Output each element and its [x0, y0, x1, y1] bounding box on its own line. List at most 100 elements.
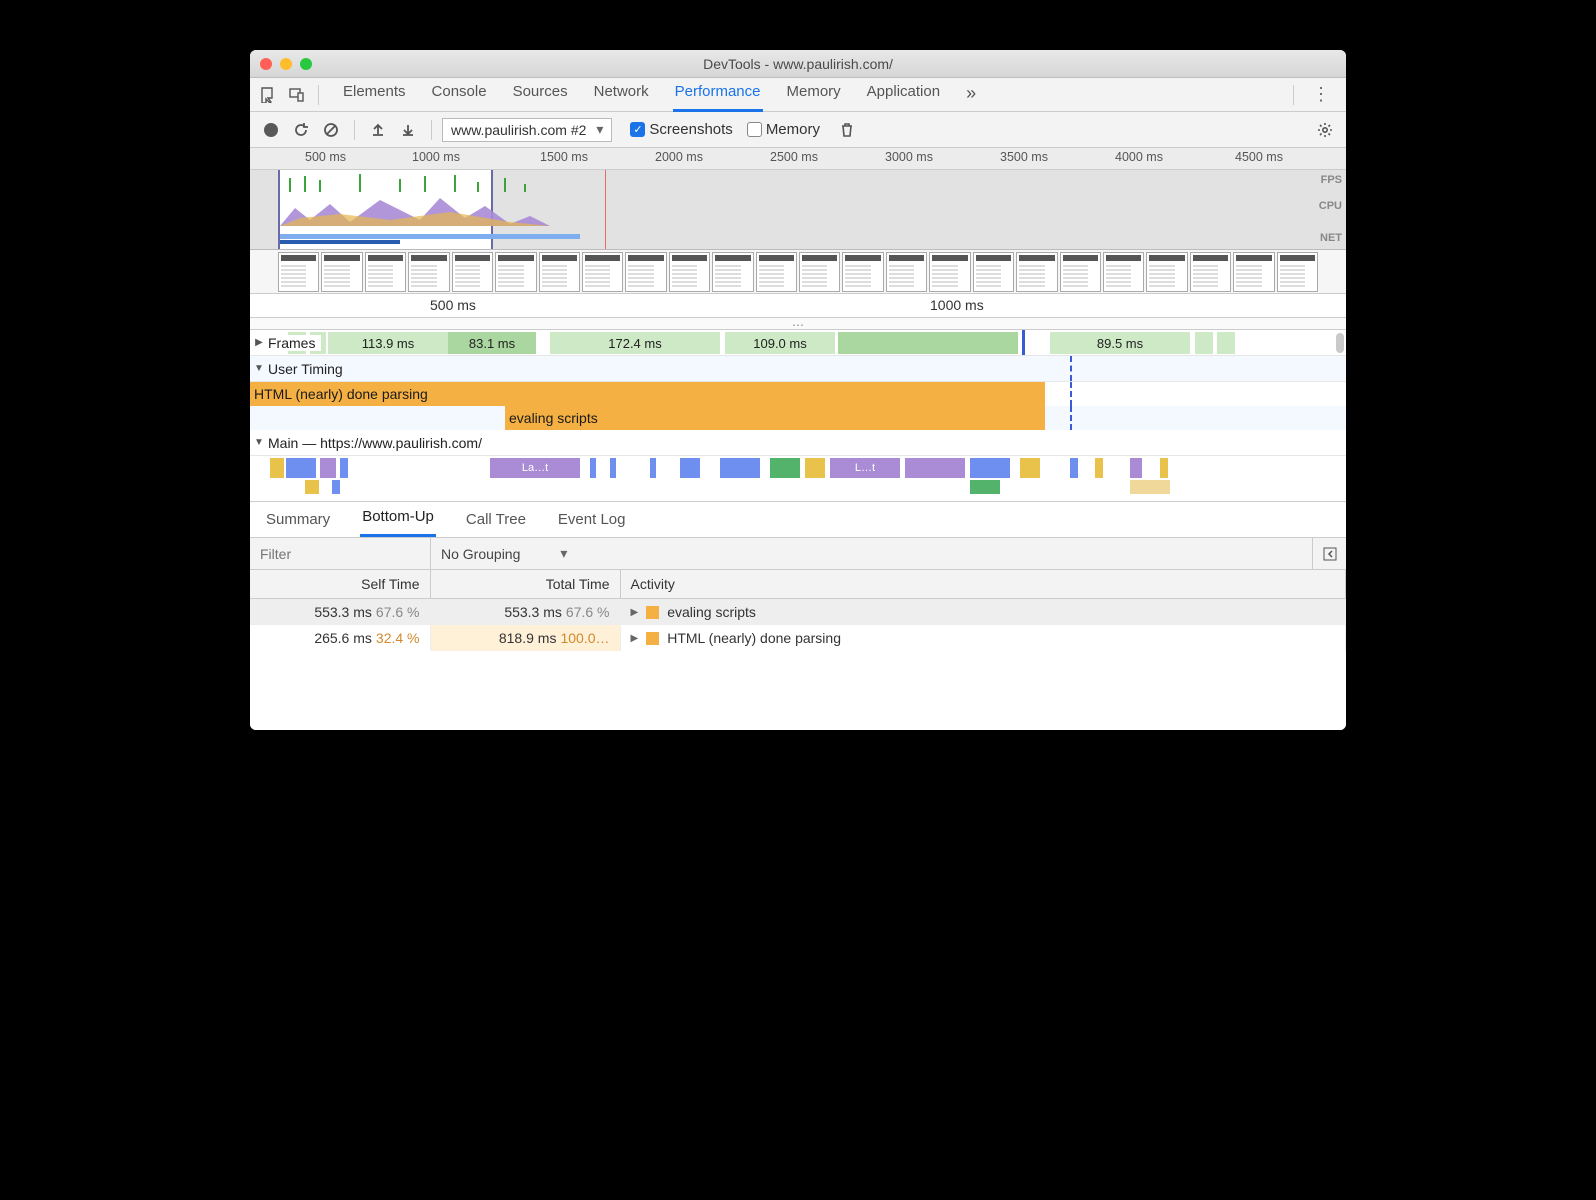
col-total-time[interactable]: Total Time: [430, 570, 620, 599]
main-row-header[interactable]: ▼ Main — https://www.paulirish.com/: [250, 430, 1346, 456]
user-timing-bar[interactable]: evaling scripts: [505, 406, 1045, 430]
flame-slice[interactable]: [270, 458, 284, 478]
clear-button[interactable]: [318, 117, 344, 143]
tab-summary[interactable]: Summary: [264, 505, 332, 537]
detail-ruler[interactable]: 500 ms 1000 ms: [250, 294, 1346, 318]
table-row[interactable]: 265.6 ms32.4 % 818.9 ms100.0… ▶HTML (nea…: [250, 625, 1346, 651]
user-timing-row[interactable]: ▼ User Timing: [250, 356, 1346, 382]
flame-slice[interactable]: [590, 458, 596, 478]
frame-block[interactable]: 83.1 ms: [448, 332, 536, 354]
screenshot-thumb[interactable]: [842, 252, 883, 292]
flame-slice[interactable]: [650, 458, 656, 478]
col-activity[interactable]: Activity: [620, 570, 1346, 599]
flame-slice[interactable]: [1130, 458, 1142, 478]
table-row[interactable]: 553.3 ms67.6 % 553.3 ms67.6 % ▶evaling s…: [250, 599, 1346, 626]
tab-memory[interactable]: Memory: [785, 77, 843, 112]
flame-slice[interactable]: [1020, 458, 1040, 478]
flame-slice[interactable]: [770, 458, 800, 478]
filter-input[interactable]: [250, 538, 430, 569]
flame-slice[interactable]: [286, 458, 316, 478]
overview-pane[interactable]: FPS CPU NET: [250, 170, 1346, 250]
frame-block[interactable]: [1195, 332, 1213, 354]
screenshot-thumb[interactable]: [1103, 252, 1144, 292]
tab-bottom-up[interactable]: Bottom-Up: [360, 502, 436, 537]
garbage-collect-icon[interactable]: [834, 117, 860, 143]
tab-console[interactable]: Console: [430, 77, 489, 112]
load-profile-icon[interactable]: [365, 117, 391, 143]
screenshot-thumb[interactable]: [756, 252, 797, 292]
scrollbar-thumb[interactable]: [1336, 333, 1344, 353]
flame-slice[interactable]: [1160, 458, 1168, 478]
screenshot-filmstrip[interactable]: [250, 250, 1346, 294]
screenshots-checkbox[interactable]: ✓: [630, 122, 645, 137]
frame-block[interactable]: 113.9 ms: [328, 332, 448, 354]
screenshot-thumb[interactable]: [1146, 252, 1187, 292]
screenshot-thumb[interactable]: [1190, 252, 1231, 292]
screenshot-thumb[interactable]: [278, 252, 319, 292]
more-menu-icon[interactable]: ⋮: [1302, 84, 1340, 105]
screenshot-thumb[interactable]: [495, 252, 536, 292]
screenshot-thumb[interactable]: [973, 252, 1014, 292]
collapse-arrow-icon[interactable]: ▼: [252, 437, 266, 448]
recording-select[interactable]: www.paulirish.com #2 ▾: [442, 118, 612, 142]
inspect-icon[interactable]: [256, 82, 282, 108]
grouping-select[interactable]: No Grouping ▾: [430, 538, 577, 569]
screenshot-thumb[interactable]: [582, 252, 623, 292]
collapse-arrow-icon[interactable]: ▼: [252, 363, 266, 374]
user-timing-bar[interactable]: HTML (nearly) done parsing: [250, 382, 1045, 406]
tab-network[interactable]: Network: [592, 77, 651, 112]
frames-row[interactable]: 113.9 ms 83.1 ms 172.4 ms 109.0 ms 89.5 …: [250, 330, 1346, 356]
frame-block[interactable]: [838, 332, 1018, 354]
overview-ruler[interactable]: 500 ms 1000 ms 1500 ms 2000 ms 2500 ms 3…: [250, 148, 1346, 170]
screenshot-thumb[interactable]: [1277, 252, 1318, 292]
screenshot-thumb[interactable]: [408, 252, 449, 292]
tab-event-log[interactable]: Event Log: [556, 505, 628, 537]
tab-sources[interactable]: Sources: [511, 77, 570, 112]
record-button[interactable]: [258, 117, 284, 143]
device-toggle-icon[interactable]: [284, 82, 310, 108]
screenshot-thumb[interactable]: [799, 252, 840, 292]
frame-block[interactable]: 89.5 ms: [1050, 332, 1190, 354]
frame-block[interactable]: [1217, 332, 1235, 354]
flame-slice[interactable]: [1095, 458, 1103, 478]
screenshot-thumb[interactable]: [539, 252, 580, 292]
tab-application[interactable]: Application: [865, 77, 942, 112]
collapse-pane-icon[interactable]: [1312, 538, 1346, 569]
flame-slice[interactable]: [970, 458, 1010, 478]
tab-performance[interactable]: Performance: [673, 77, 763, 112]
tab-call-tree[interactable]: Call Tree: [464, 505, 528, 537]
flame-slice[interactable]: [720, 458, 760, 478]
tab-overflow-icon[interactable]: »: [964, 77, 978, 112]
flame-slice[interactable]: [805, 458, 825, 478]
screenshot-thumb[interactable]: [365, 252, 406, 292]
frame-block[interactable]: 109.0 ms: [725, 332, 835, 354]
memory-checkbox[interactable]: [747, 122, 762, 137]
col-self-time[interactable]: Self Time: [250, 570, 430, 599]
save-profile-icon[interactable]: [395, 117, 421, 143]
screenshot-thumb[interactable]: [929, 252, 970, 292]
flame-slice[interactable]: [680, 458, 700, 478]
flame-slice[interactable]: [1070, 458, 1078, 478]
flame-slice[interactable]: L…t: [830, 458, 900, 478]
expand-arrow-icon[interactable]: ▶: [631, 633, 639, 644]
flame-slice[interactable]: [610, 458, 616, 478]
flame-slice[interactable]: [320, 458, 336, 478]
flame-slice[interactable]: [970, 480, 1000, 494]
flame-slice[interactable]: [305, 480, 319, 494]
screenshot-thumb[interactable]: [625, 252, 666, 292]
screenshot-thumb[interactable]: [1016, 252, 1057, 292]
screenshot-thumb[interactable]: [321, 252, 362, 292]
screenshot-thumb[interactable]: [669, 252, 710, 292]
flame-slice[interactable]: [332, 480, 340, 494]
frame-block[interactable]: 172.4 ms: [550, 332, 720, 354]
expand-arrow-icon[interactable]: ▶: [631, 607, 639, 618]
screenshot-thumb[interactable]: [1060, 252, 1101, 292]
main-flamechart[interactable]: La…t L…t: [250, 456, 1346, 502]
screenshot-thumb[interactable]: [1233, 252, 1274, 292]
reload-record-button[interactable]: [288, 117, 314, 143]
tab-elements[interactable]: Elements: [341, 77, 408, 112]
screenshot-thumb[interactable]: [452, 252, 493, 292]
capture-settings-icon[interactable]: [1312, 117, 1338, 143]
flame-slice[interactable]: [905, 458, 965, 478]
screenshot-thumb[interactable]: [886, 252, 927, 292]
